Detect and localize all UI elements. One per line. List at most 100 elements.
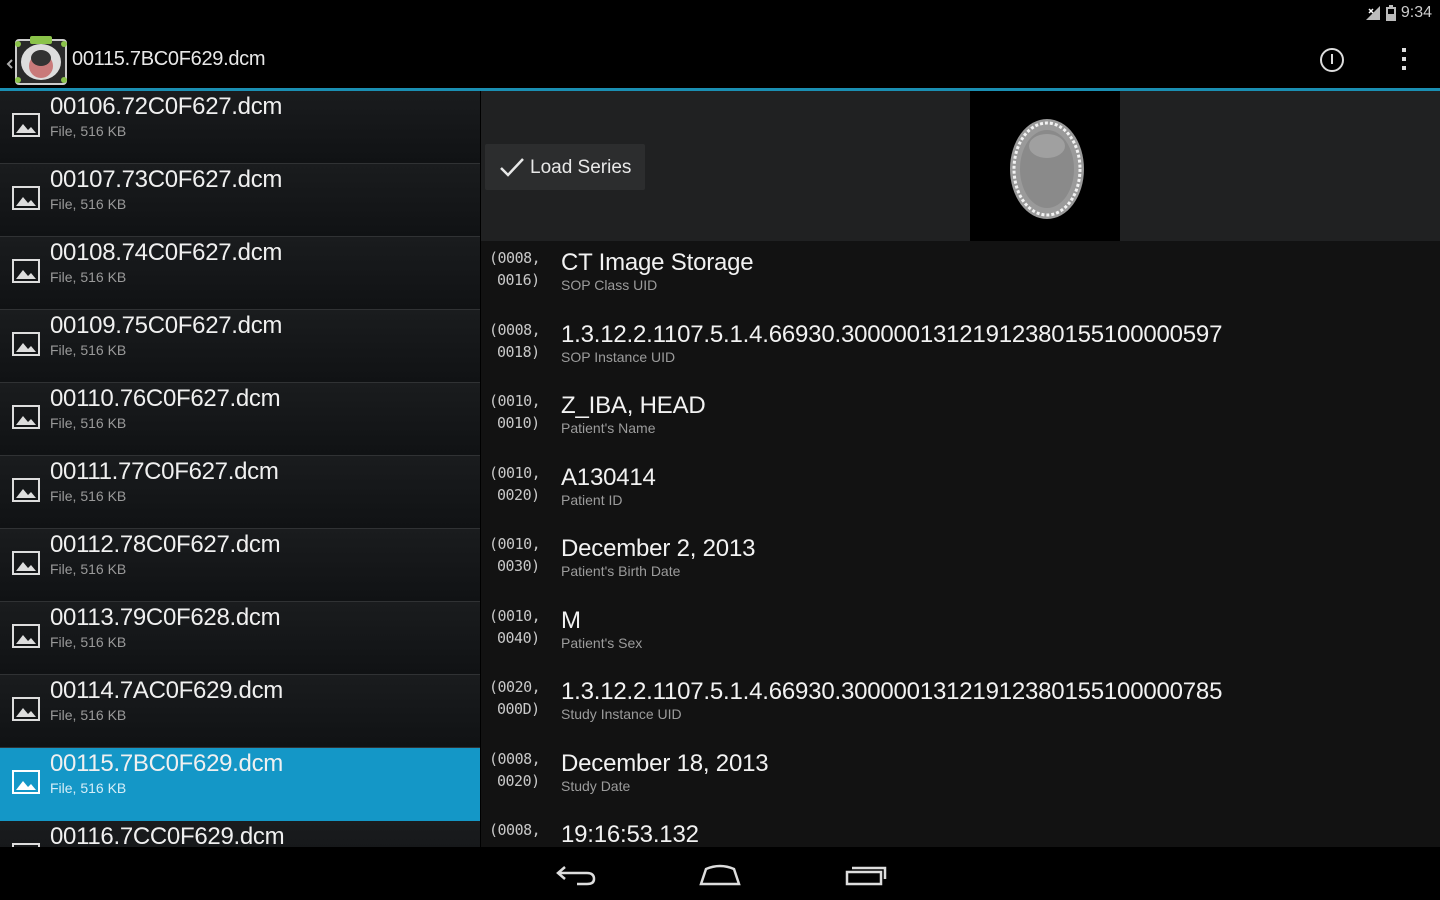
dicom-tag-list: (0008, 0016) CT Image Storage SOP Class …: [481, 241, 1440, 847]
image-file-icon: [12, 843, 40, 847]
home-icon[interactable]: [697, 859, 743, 889]
series-bar: Load Series: [481, 91, 1440, 241]
file-name: 00112.78C0F627.dcm: [50, 531, 281, 558]
file-name: 00108.74C0F627.dcm: [50, 239, 283, 266]
tag-value: 1.3.12.2.1107.5.1.4.66930.30000013121912…: [561, 678, 1223, 705]
file-list-item[interactable]: 00112.78C0F627.dcm File, 516 KB: [0, 529, 480, 602]
tag-value: December 18, 2013: [561, 749, 769, 777]
tag-value: Z_IBA, HEAD: [561, 392, 706, 419]
file-name: 00109.75C0F627.dcm: [50, 312, 283, 339]
dicom-tag-row[interactable]: (0020, 000D) 1.3.12.2.1107.5.1.4.66930.3…: [481, 670, 1440, 742]
status-time: 9:34: [1400, 4, 1432, 21]
recents-icon[interactable]: [843, 859, 889, 889]
file-name: 00114.7AC0F629.dcm: [50, 677, 283, 704]
dicom-tag-row[interactable]: (0008, 19:16:53.132: [481, 813, 1440, 847]
image-file-icon: [12, 697, 40, 721]
dicom-tag-row[interactable]: (0008, 0020) December 18, 2013 Study Dat…: [481, 742, 1440, 814]
back-icon[interactable]: [553, 859, 599, 889]
dicom-tag-row[interactable]: (0010, 0010) Z_IBA, HEAD Patient's Name: [481, 384, 1440, 456]
file-name: 00113.79C0F628.dcm: [50, 604, 281, 631]
tag-element: 0030): [497, 557, 540, 575]
file-list-item[interactable]: 00111.77C0F627.dcm File, 516 KB: [0, 456, 480, 529]
tag-element: 0020): [497, 771, 540, 790]
info-icon[interactable]: [1318, 46, 1346, 74]
tag-group: (0010,: [489, 535, 541, 553]
file-meta: File, 516 KB: [50, 488, 127, 504]
tag-group: (0008,: [489, 821, 541, 839]
action-bar: 00115.7BC0F629.dcm: [0, 30, 1440, 91]
tag-group: (0008,: [489, 749, 541, 768]
file-meta: File, 516 KB: [50, 707, 127, 723]
tag-value: CT Image Storage: [561, 249, 754, 276]
tag-description: SOP Instance UID: [561, 348, 676, 365]
file-list-item[interactable]: 00116.7CC0F629.dcm: [0, 821, 480, 847]
tag-element: 0020): [497, 485, 540, 504]
file-name: 00107.73C0F627.dcm: [50, 166, 283, 193]
tag-value: December 2, 2013: [561, 535, 756, 562]
file-meta: File, 516 KB: [50, 561, 127, 577]
tag-group: (0008,: [489, 249, 541, 267]
file-list-item-selected[interactable]: 00115.7BC0F629.dcm File, 516 KB: [0, 748, 480, 821]
file-list-item[interactable]: 00113.79C0F628.dcm File, 516 KB: [0, 602, 480, 675]
file-meta: File, 516 KB: [50, 415, 127, 431]
tag-group: (0008,: [489, 320, 541, 339]
tag-description: Study Instance UID: [561, 706, 682, 722]
tag-element: 0010): [497, 414, 540, 432]
file-list-item[interactable]: 00106.72C0F627.dcm File, 516 KB: [0, 91, 480, 164]
load-series-button[interactable]: Load Series: [485, 144, 645, 190]
tag-description: SOP Class UID: [561, 277, 658, 293]
app-title: 00115.7BC0F629.dcm: [72, 48, 266, 70]
tag-description: Study Date: [561, 777, 631, 794]
image-file-icon: [12, 405, 40, 429]
file-list-item[interactable]: 00109.75C0F627.dcm File, 516 KB: [0, 310, 480, 383]
signal-icon: [1365, 6, 1380, 20]
tag-value: 19:16:53.132: [561, 821, 699, 847]
image-file-icon: [12, 186, 40, 210]
tag-value: M: [561, 606, 581, 634]
file-list-item[interactable]: 00110.76C0F627.dcm File, 516 KB: [0, 383, 480, 456]
status-bar: 9:34: [0, 0, 1440, 30]
file-name: 00110.76C0F627.dcm: [50, 385, 281, 412]
file-list-item[interactable]: 00107.73C0F627.dcm File, 516 KB: [0, 164, 480, 237]
app-icon[interactable]: [6, 34, 70, 86]
file-name: 00115.7BC0F629.dcm: [50, 750, 283, 777]
tag-description: Patient's Name: [561, 420, 656, 436]
tag-description: Patient ID: [561, 491, 623, 508]
tag-element: 0040): [497, 628, 540, 647]
image-file-icon: [12, 624, 40, 648]
image-file-icon: [12, 113, 40, 137]
navigation-bar: [0, 847, 1440, 900]
tag-group: (0010,: [489, 463, 541, 482]
tag-group: (0010,: [489, 606, 541, 625]
dicom-detail-pane: Load Series (0008, 0016) CT Image Storag…: [481, 91, 1440, 847]
dicom-tag-row[interactable]: (0010, 0040) M Patient's Sex: [481, 599, 1440, 671]
file-name: 00111.77C0F627.dcm: [50, 458, 279, 485]
tag-group: (0010,: [489, 392, 541, 410]
file-meta: File, 516 KB: [50, 269, 127, 285]
overflow-menu-icon[interactable]: [1392, 44, 1416, 74]
dicom-tag-row[interactable]: (0008, 0016) CT Image Storage SOP Class …: [481, 241, 1440, 313]
tag-group: (0020,: [489, 678, 541, 696]
dicom-tag-row[interactable]: (0010, 0020) A130414 Patient ID: [481, 456, 1440, 528]
file-meta: File, 516 KB: [50, 780, 127, 796]
file-name: 00116.7CC0F629.dcm: [50, 823, 285, 847]
file-list-item[interactable]: 00108.74C0F627.dcm File, 516 KB: [0, 237, 480, 310]
file-list-item[interactable]: 00114.7AC0F629.dcm File, 516 KB: [0, 675, 480, 748]
dicom-tag-row[interactable]: (0008, 0018) 1.3.12.2.1107.5.1.4.66930.3…: [481, 313, 1440, 385]
status-icons: 9:34: [1365, 4, 1432, 22]
image-file-icon: [12, 332, 40, 356]
image-file-icon: [12, 478, 40, 502]
check-icon: [500, 158, 524, 177]
image-file-icon: [12, 770, 40, 794]
tag-value: 1.3.12.2.1107.5.1.4.66930.30000013121912…: [561, 320, 1223, 348]
tag-value: A130414: [561, 463, 656, 491]
file-meta: File, 516 KB: [50, 342, 127, 358]
tag-element: 000D): [497, 700, 540, 718]
load-series-label: Load Series: [530, 157, 632, 178]
file-meta: File, 516 KB: [50, 123, 127, 139]
image-file-icon: [12, 259, 40, 283]
dicom-tag-row[interactable]: (0010, 0030) December 2, 2013 Patient's …: [481, 527, 1440, 599]
image-file-icon: [12, 551, 40, 575]
tag-description: Patient's Sex: [561, 634, 643, 651]
ct-head-thumbnail[interactable]: [970, 91, 1120, 241]
